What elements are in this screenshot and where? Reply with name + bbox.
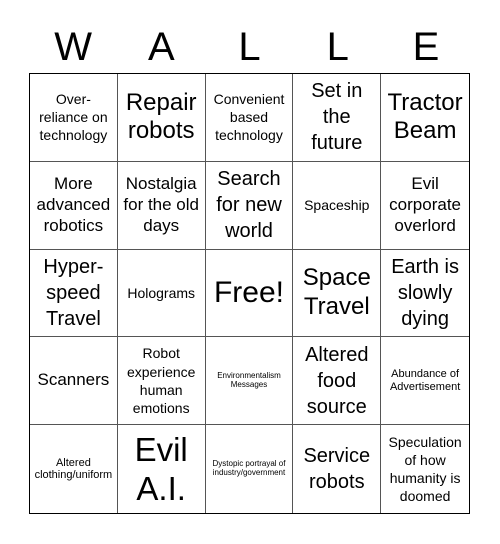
bingo-cell[interactable]: Search for new world [205, 161, 294, 250]
bingo-cell[interactable]: Robot experience human emotions [117, 337, 206, 426]
bingo-cell-text: Speculation of how humanity is doomed [388, 433, 462, 505]
bingo-cell[interactable]: Holograms [117, 249, 206, 338]
bingo-cell-text: Space Travel [302, 264, 371, 320]
header-letter: L [326, 25, 349, 69]
bingo-cell-text: Tractor Beam [387, 88, 463, 145]
bingo-cell[interactable]: Altered food source [293, 337, 382, 426]
bingo-cell[interactable]: Convenient based technology [205, 74, 294, 162]
bingo-cell[interactable]: Environmentalism Messages [205, 337, 294, 426]
bingo-cell-text: Evil corporate overlord [389, 174, 461, 235]
bingo-grid: Over-reliance on technology Repair robots… [29, 73, 470, 514]
bingo-cell-text: Free! [213, 276, 284, 310]
bingo-cell-text: Set in the future [311, 80, 363, 155]
bingo-header: W A L L E [29, 22, 470, 72]
bingo-cell[interactable]: Altered clothing/uniform [30, 425, 118, 513]
bingo-cell-text: Spaceship [304, 197, 370, 214]
bingo-cell-free[interactable]: Free! [205, 249, 294, 338]
bingo-cell[interactable]: Service robots [293, 425, 382, 513]
bingo-cell[interactable]: Scanners [30, 337, 118, 426]
bingo-cell-text: Repair robots [125, 88, 197, 145]
bingo-cell[interactable]: Evil corporate overlord [381, 162, 469, 250]
bingo-cell[interactable]: Space Travel [293, 249, 382, 338]
bingo-cell[interactable]: Dystopic portrayal of industry/governmen… [206, 425, 294, 513]
bingo-cell-text: Altered clothing/uniform [34, 456, 113, 482]
bingo-cell-text: Dystopic portrayal of industry/governmen… [212, 459, 286, 478]
bingo-cell-text: Service robots [303, 445, 371, 494]
bingo-cell-text: Robot experience human emotions [126, 345, 196, 416]
bingo-cell-text: Hyper-speed Travel [43, 255, 104, 330]
bingo-cell-text: Altered food source [305, 343, 369, 418]
bingo-cell-text: Convenient based technology [213, 91, 285, 144]
header-letter: L [238, 25, 261, 69]
bingo-cell-text: Holograms [127, 284, 196, 301]
bingo-cell[interactable]: Earth is slowly dying [381, 250, 469, 338]
header-letter: W [54, 25, 92, 69]
bingo-cell[interactable]: Evil A.I. [118, 425, 206, 513]
bingo-cell[interactable]: Tractor Beam [381, 74, 469, 162]
bingo-cell-text: Search for new world [216, 168, 282, 243]
bingo-cell-text: Earth is slowly dying [391, 255, 459, 330]
bingo-cell[interactable]: More advanced robotics [30, 161, 118, 250]
bingo-cell-text: More advanced robotics [36, 174, 111, 235]
header-letter: A [147, 25, 175, 69]
bingo-cell[interactable]: Speculation of how humanity is doomed [381, 425, 469, 513]
bingo-cell-text: Evil A.I. [134, 430, 188, 508]
bingo-cell[interactable]: Over-reliance on technology [30, 74, 118, 162]
bingo-cell[interactable]: Spaceship [293, 161, 382, 250]
bingo-cell-text: Abundance of Advertisement [389, 368, 461, 393]
bingo-cell[interactable]: Hyper-speed Travel [30, 249, 118, 338]
bingo-cell-text: Environmentalism Messages [217, 370, 281, 389]
bingo-cell-text: Over-reliance on technology [39, 91, 108, 144]
bingo-cell[interactable]: Nostalgia for the old days [117, 161, 206, 250]
bingo-cell-text: Nostalgia for the old days [123, 174, 199, 235]
header-letter: E [412, 25, 440, 69]
bingo-cell-text: Scanners [37, 370, 110, 390]
bingo-cell[interactable]: Repair robots [117, 74, 206, 162]
bingo-cell[interactable]: Abundance of Advertisement [381, 337, 469, 426]
bingo-cell[interactable]: Set in the future [293, 74, 382, 162]
